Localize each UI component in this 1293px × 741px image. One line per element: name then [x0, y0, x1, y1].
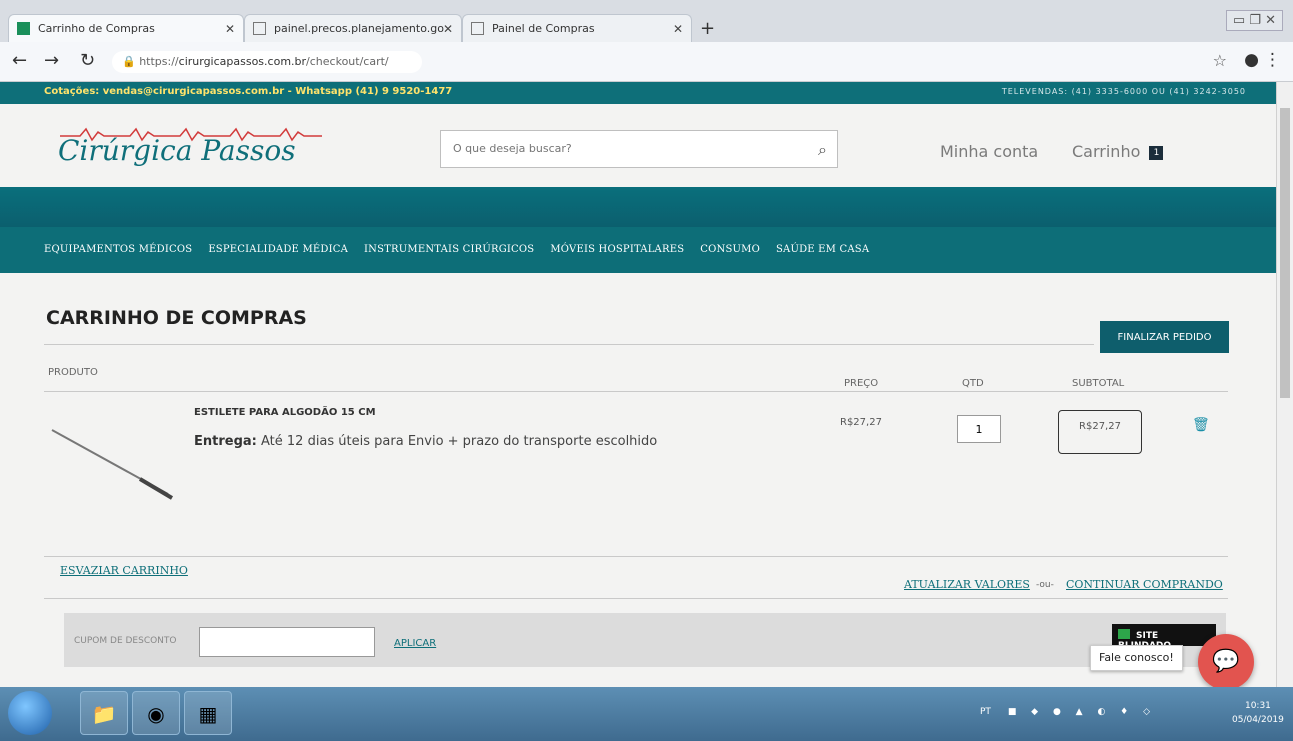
chat-bubble-icon: 💬: [1212, 649, 1240, 674]
taskbar: 📁 ◉ ▦ PT ■ ◆ ● ▲ ◐ ♦ ◇ 10:31 05/04/2019: [0, 687, 1293, 741]
web-page: Cotações: vendas@cirurgicapassos.com.br …: [0, 82, 1276, 687]
nav-consumo[interactable]: CONSUMO: [700, 244, 760, 255]
divider: [44, 556, 1228, 557]
url-path: /checkout/cart/: [306, 55, 389, 68]
divider: [44, 598, 1228, 599]
search-icon[interactable]: ⌕: [818, 140, 827, 160]
coupon-section: CUPOM DE DESCONTO APLICAR: [64, 613, 1226, 667]
favicon-icon: [17, 22, 30, 35]
finalizar-pedido-button[interactable]: FINALIZAR PEDIDO: [1100, 321, 1229, 353]
screen: Carrinho de Compras ✕ painel.precos.plan…: [0, 0, 1293, 741]
col-produto: PRODUTO: [48, 367, 98, 378]
chrome-icon[interactable]: ◉: [132, 691, 180, 735]
tab-carrinho[interactable]: Carrinho de Compras ✕: [8, 14, 244, 42]
nav-saude[interactable]: SAÚDE EM CASA: [776, 244, 869, 255]
divider: [44, 391, 1228, 392]
start-button[interactable]: [8, 691, 52, 735]
item-price: R$27,27: [840, 417, 882, 428]
delivery-text: Até 12 dias úteis para Envio + prazo do …: [261, 434, 658, 449]
tab-painel-precos[interactable]: painel.precos.planejamento.gov ✕: [244, 14, 462, 42]
tab-painel-compras[interactable]: Painel de Compras ✕: [462, 14, 692, 42]
carrinho-link[interactable]: Carrinho 1: [1072, 142, 1164, 161]
tab-label: painel.precos.planejamento.gov: [274, 22, 444, 35]
chat-button[interactable]: 💬: [1198, 634, 1254, 687]
shield-icon: [1118, 629, 1130, 639]
close-tab-icon[interactable]: ✕: [225, 22, 235, 36]
cart-count-badge: 1: [1149, 145, 1164, 160]
or-separator: -ou-: [1036, 580, 1054, 590]
esvaziar-carrinho-link[interactable]: ESVAZIAR CARRINHO: [60, 564, 188, 577]
system-tray: PT ■ ◆ ● ▲ ◐ ♦ ◇: [980, 707, 1156, 717]
clock[interactable]: 10:31 05/04/2019: [1232, 699, 1284, 727]
minha-conta-link[interactable]: Minha conta: [940, 142, 1038, 161]
page-icon: [471, 22, 484, 35]
search-input[interactable]: [441, 131, 791, 165]
televendas-info: TELEVENDAS: (41) 3335-6000 OU (41) 3242-…: [1001, 87, 1246, 96]
header-band: [0, 187, 1276, 227]
tray-icons[interactable]: ■ ◆ ● ▲ ◐ ♦ ◇: [1008, 707, 1156, 717]
col-subtotal: SUBTOTAL: [1072, 378, 1125, 389]
search-box: ⌕: [440, 130, 838, 168]
product-image[interactable]: [48, 422, 178, 502]
nav-instrumentais[interactable]: INSTRUMENTAIS CIRÚRGICOS: [364, 244, 534, 255]
back-icon[interactable]: ←: [12, 50, 27, 71]
reload-icon[interactable]: ↻: [80, 50, 95, 71]
col-preco: PREÇO: [844, 378, 879, 389]
lock-icon: 🔒: [122, 55, 136, 68]
calculator-icon[interactable]: ▦: [184, 691, 232, 735]
product-name[interactable]: ESTILETE PARA ALGODÃO 15 CM: [194, 407, 376, 418]
fale-conosco-tooltip[interactable]: Fale conosco!: [1090, 645, 1183, 671]
close-tab-icon[interactable]: ✕: [443, 22, 453, 36]
window-controls[interactable]: ▭ ❐ ✕: [1225, 10, 1283, 31]
delivery-info: Entrega: Até 12 dias úteis para Envio + …: [194, 434, 657, 449]
url-domain: cirurgicapassos.com.br: [178, 55, 307, 68]
delivery-label: Entrega:: [194, 434, 257, 449]
nav-equipamentos[interactable]: EQUIPAMENTOS MÉDICOS: [44, 244, 192, 255]
file-explorer-icon[interactable]: 📁: [80, 691, 128, 735]
close-tab-icon[interactable]: ✕: [673, 22, 683, 36]
new-tab-button[interactable]: +: [700, 18, 715, 39]
nav-especialidade[interactable]: ESPECIALIDADE MÉDICA: [208, 244, 348, 255]
page-scrollbar[interactable]: [1276, 82, 1293, 687]
tab-label: Painel de Compras: [492, 22, 595, 35]
quantity-input[interactable]: [957, 415, 1001, 443]
tab-label: Carrinho de Compras: [38, 22, 155, 35]
item-subtotal: R$27,27: [1058, 410, 1142, 454]
category-nav: EQUIPAMENTOS MÉDICOS ESPECIALIDADE MÉDIC…: [0, 227, 1276, 273]
scrollbar-thumb[interactable]: [1280, 108, 1290, 398]
carrinho-label: Carrinho: [1072, 142, 1141, 161]
browser-tab-bar: Carrinho de Compras ✕ painel.precos.plan…: [0, 0, 1293, 42]
divider: [44, 344, 1094, 345]
url-prefix: https://: [139, 55, 179, 68]
address-bar: ← → ↻ 🔒 https://cirurgicapassos.com.br/c…: [0, 42, 1293, 82]
clock-date: 05/04/2019: [1232, 715, 1284, 725]
coupon-label: CUPOM DE DESCONTO: [74, 636, 177, 646]
page-title: CARRINHO DE COMPRAS: [46, 307, 307, 329]
site-logo[interactable]: Cirúrgica Passos: [58, 134, 296, 167]
url-field[interactable]: 🔒 https://cirurgicapassos.com.br/checkou…: [112, 51, 422, 73]
forward-icon[interactable]: →: [44, 50, 59, 71]
bookmark-star-icon[interactable]: ☆: [1213, 51, 1227, 70]
language-indicator[interactable]: PT: [980, 707, 991, 717]
continuar-comprando-link[interactable]: CONTINUAR COMPRANDO: [1066, 578, 1223, 591]
browser-menu-icon[interactable]: ⋮: [1264, 50, 1281, 70]
account-icon[interactable]: ●: [1244, 50, 1259, 70]
atualizar-valores-link[interactable]: ATUALIZAR VALORES: [904, 578, 1030, 591]
aplicar-link[interactable]: APLICAR: [394, 638, 436, 649]
trash-icon[interactable]: 🗑: [1192, 417, 1210, 433]
col-qtd: QTD: [962, 378, 984, 389]
clock-time: 10:31: [1244, 701, 1271, 711]
page-icon: [253, 22, 266, 35]
contact-strip: Cotações: vendas@cirurgicapassos.com.br …: [0, 82, 1276, 104]
coupon-input[interactable]: [199, 627, 375, 657]
site-blindado-badge[interactable]: SITE BLINDADO: [1112, 624, 1216, 651]
nav-moveis[interactable]: MÓVEIS HOSPITALARES: [550, 244, 684, 255]
contact-info: Cotações: vendas@cirurgicapassos.com.br …: [44, 86, 453, 97]
